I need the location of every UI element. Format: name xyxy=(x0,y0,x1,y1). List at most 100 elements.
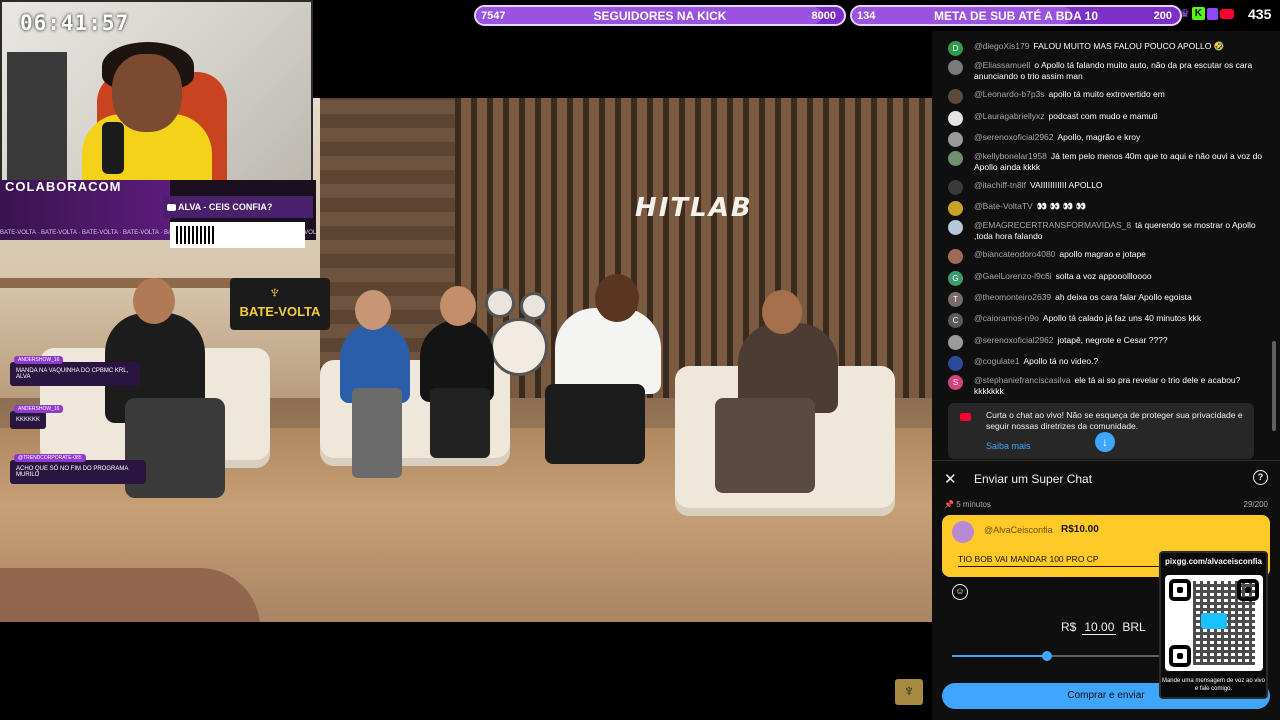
chat-text: apollo magrao e jotape xyxy=(1059,249,1146,259)
chat-message[interactable]: @itachiff-tn8lf VAIIIIIIIIIII APOLLO xyxy=(948,180,1266,195)
superchat-amount: R$10.00 xyxy=(1061,524,1099,535)
youtube-icon xyxy=(167,204,176,212)
avatar[interactable] xyxy=(948,151,963,166)
chat-username[interactable]: @caioramos-n9o xyxy=(974,313,1039,323)
chat-text: jotapê, negrote e Cesar ???? xyxy=(1057,335,1168,345)
chat-message[interactable]: @Lauragabriellyxz podcast com mudo e mamu… xyxy=(948,111,1266,126)
chat-text: Apollo tá calado já faz uns 40 minutos k… xyxy=(1042,313,1202,323)
chat-username[interactable]: @GaelLorenzo-l9c6i xyxy=(974,271,1052,281)
amount-input[interactable]: 10.00 xyxy=(1082,620,1117,635)
chat-username[interactable]: @itachiff-tn8lf xyxy=(974,180,1026,190)
chat-text: VAIIIIIIIIIII APOLLO xyxy=(1029,180,1103,190)
chat-text: solta a voz appooollloooo xyxy=(1055,271,1152,281)
chat-username[interactable]: @biancateodoro4080 xyxy=(974,249,1055,259)
avatar[interactable] xyxy=(948,60,963,75)
chat-username[interactable]: @Bate-VoltaTV xyxy=(974,201,1033,211)
slider-knob[interactable] xyxy=(1041,651,1052,661)
chat-message[interactable]: D @diegoXis179 FALOU MUITO MAS FALOU POUCO… xyxy=(948,41,1266,56)
avatar[interactable]: D xyxy=(948,41,963,56)
chat-username[interactable]: @cogulate1 xyxy=(974,356,1020,366)
chat-scrollbar[interactable] xyxy=(1272,341,1276,431)
streamer-face xyxy=(112,54,182,132)
stream-chat-message: ANDERSHOW_16 MANDA NA VAQUINHA DO CPBMC … xyxy=(10,356,140,386)
emoji-icon[interactable]: ☺ xyxy=(952,584,968,600)
studio-rug xyxy=(0,568,260,622)
stream-video[interactable]: HITLAB ♆ BATE-VOLTA 06:41:57 COLABORACOM… xyxy=(0,0,932,720)
learn-more-link[interactable]: Saiba mais xyxy=(986,441,1031,451)
kick-icon: K xyxy=(1191,7,1205,20)
chat-message[interactable]: S @stephaniefranciscasilva ele tá ai so pr… xyxy=(948,375,1266,397)
chat-username[interactable]: @Eliassamuell xyxy=(974,60,1030,70)
amount-slider[interactable] xyxy=(952,651,1172,661)
avatar[interactable]: T xyxy=(948,292,963,307)
microphone-icon xyxy=(102,122,124,174)
scroll-down-icon[interactable]: ↓ xyxy=(1095,432,1115,452)
viewer-count: 435 xyxy=(1248,6,1272,22)
avatar[interactable]: S xyxy=(948,375,963,390)
avatar[interactable] xyxy=(948,356,963,371)
chat-message[interactable]: C @caioramos-n9o Apollo tá calado já faz u… xyxy=(948,313,1266,328)
superchat-user: @AlvaCeisconfia xyxy=(984,525,1053,535)
youtube-icon xyxy=(960,413,971,421)
chat-notice-text: Curta o chat ao vivo! Não se esqueça de … xyxy=(986,410,1243,431)
chat-text: Apollo, magrão e kroy xyxy=(1057,132,1141,142)
chat-text: Apollo tá no video.? xyxy=(1023,356,1099,366)
char-count: 29/200 xyxy=(1243,500,1268,509)
close-icon[interactable]: ✕ xyxy=(944,470,957,488)
drum-kit xyxy=(485,278,565,376)
pin-duration: 📌 5 minutos xyxy=(944,500,991,509)
avatar[interactable] xyxy=(948,249,963,264)
stream-clock: 06:41:57 xyxy=(20,11,130,35)
person-4 xyxy=(555,308,661,394)
chat-message[interactable]: @EMAGRECERTRANSFORMAVIDAS_8 tá querendo s… xyxy=(948,220,1266,242)
corner-logo-icon: ♆ xyxy=(895,679,923,705)
chat-message[interactable]: @cogulate1 Apollo tá no video.? xyxy=(948,356,1266,371)
chat-message[interactable]: T @theomonteiro2639 ah deixa os cara falar… xyxy=(948,292,1266,307)
live-chat[interactable]: S @stephaniefranciscasilva ele tá ai so pr… xyxy=(932,31,1280,460)
avatar[interactable] xyxy=(948,132,963,147)
pix-url: pixgg.com/alvaceisconfia xyxy=(1165,557,1262,566)
stream-chat-message: ANDERSHOW_16 KKKKKK xyxy=(10,405,64,429)
qr-code xyxy=(1165,575,1263,671)
avatar[interactable] xyxy=(948,89,963,104)
chat-message[interactable]: @Leonardo-b7p3s apollo tá muito extrovert… xyxy=(948,89,1266,104)
avatar[interactable]: C xyxy=(948,313,963,328)
chat-message[interactable]: @serenoxoficial2962 jotapê, negrote e Ces… xyxy=(948,335,1266,350)
chat-username[interactable]: @serenoxoficial2962 xyxy=(974,335,1054,345)
chat-text: 👀 👀 👀 👀 xyxy=(1036,201,1087,211)
pin-icon: 📌 xyxy=(944,500,954,509)
twitch-icon xyxy=(1206,7,1218,20)
chat-username[interactable]: @stephaniefranciscasilva xyxy=(974,375,1071,385)
chat-username[interactable]: @diegoXis179 xyxy=(974,41,1029,51)
avatar[interactable] xyxy=(948,201,963,216)
studio-logo: HITLAB xyxy=(635,193,753,223)
chat-message[interactable]: @kellybonelar1958 Já tem pelo menos 40m q… xyxy=(948,151,1266,173)
chat-username[interactable]: @kellybonelar1958 xyxy=(974,151,1047,161)
goal-bar-subs: 134 META DE SUB ATÉ A BDA 10 200 xyxy=(850,5,1182,26)
chat-username[interactable]: @theomonteiro2639 xyxy=(974,292,1051,302)
avatar[interactable]: G xyxy=(948,271,963,286)
help-icon[interactable]: ? xyxy=(1253,470,1268,485)
bate-volta-sign: ♆ BATE-VOLTA xyxy=(230,278,330,330)
chat-message[interactable]: @biancateodoro4080 apollo magrao e jotape xyxy=(948,249,1266,264)
chat-text: ah deixa os cara falar Apollo egoista xyxy=(1055,292,1192,302)
chat-text: FALOU MUITO MAS FALOU POUCO APOLLO 🤣 xyxy=(1033,41,1225,51)
chat-message[interactable]: G @GaelLorenzo-l9c6i solta a voz appooolll… xyxy=(948,271,1266,286)
chat-username[interactable]: @EMAGRECERTRANSFORMAVIDAS_8 xyxy=(974,220,1131,230)
chat-message[interactable]: @Bate-VoltaTV 👀 👀 👀 👀 xyxy=(948,201,1266,216)
avatar[interactable] xyxy=(948,335,963,350)
avatar[interactable] xyxy=(948,220,963,235)
chat-message[interactable]: @Eliassamuell o Apollo tá falando muito a… xyxy=(948,60,1266,82)
avatar[interactable] xyxy=(948,111,963,126)
chat-username[interactable]: @Leonardo-b7p3s xyxy=(974,89,1045,99)
chat-username[interactable]: @Lauragabriellyxz xyxy=(974,111,1045,121)
stream-chat-message: @TRENDCORPORATE-085 ACHO QUE SÓ NO FIM D… xyxy=(10,454,146,484)
overlay-barcode xyxy=(170,222,305,248)
chat-username[interactable]: @serenoxoficial2962 xyxy=(974,132,1054,142)
platform-icons: ♛ K xyxy=(1180,7,1234,20)
pix-caption: Mande uma mensagem de voz ao vivo e fale… xyxy=(1161,678,1266,692)
youtube-icon xyxy=(1219,8,1234,19)
chat-message[interactable]: @serenoxoficial2962 Apollo, magrão e kroy xyxy=(948,132,1266,147)
amount-field[interactable]: R$ 10.00 BRL xyxy=(1061,620,1146,635)
avatar[interactable] xyxy=(948,180,963,195)
